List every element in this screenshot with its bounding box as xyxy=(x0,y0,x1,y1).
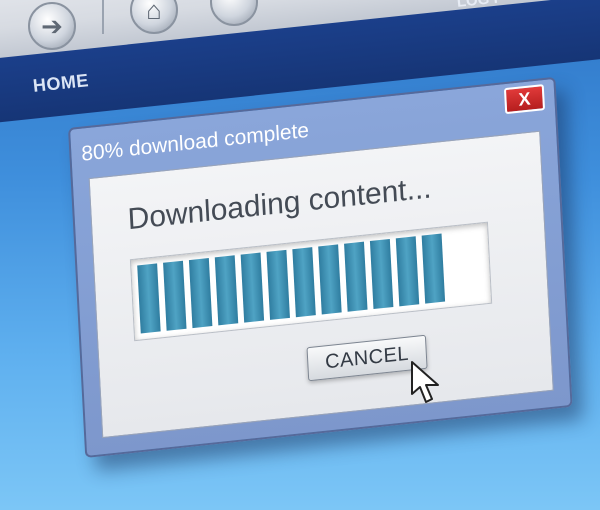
dialog-body: Downloading content... CANCEL xyxy=(88,130,554,439)
progress-bar xyxy=(129,221,493,342)
status-text: Downloading content... xyxy=(126,171,433,237)
progress-block xyxy=(240,252,265,323)
progress-block xyxy=(266,249,290,320)
progress-block xyxy=(344,241,368,312)
progress-block xyxy=(214,255,239,326)
progress-block xyxy=(292,247,316,318)
arrow-right-icon: ➔ xyxy=(41,10,63,41)
progress-block xyxy=(188,257,213,329)
progress-block xyxy=(137,263,161,334)
cursor-icon xyxy=(411,361,439,403)
progress-block xyxy=(421,233,446,304)
progress-block xyxy=(318,244,342,315)
home-icon: ⌂ xyxy=(146,0,162,25)
close-icon: X xyxy=(517,87,531,110)
progress-block xyxy=(163,260,187,331)
progress-fill xyxy=(137,233,446,334)
progress-block xyxy=(395,236,420,307)
toolbar-divider xyxy=(102,0,104,34)
forward-button[interactable]: ➔ xyxy=(28,2,76,50)
close-button[interactable]: X xyxy=(503,84,546,115)
download-dialog: 80% download complete X Downloading cont… xyxy=(68,76,573,458)
progress-block xyxy=(369,238,394,310)
